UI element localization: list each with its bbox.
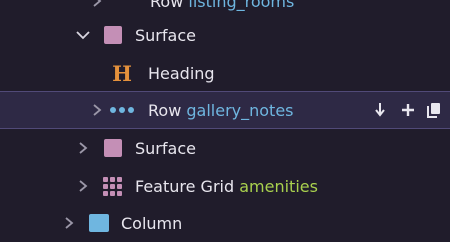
square-icon — [103, 25, 123, 45]
chevron-right-icon[interactable] — [76, 141, 90, 155]
tree-item-label: Column — [121, 213, 183, 233]
chevron-right-icon[interactable] — [90, 103, 104, 117]
tree-item-label: Heading — [148, 63, 215, 83]
tree-item-binding: amenities — [239, 176, 318, 196]
tree-item-label: Surface — [135, 138, 196, 158]
tree-item-heading[interactable]: H Heading — [0, 54, 450, 92]
chevron-right-icon[interactable] — [76, 179, 90, 193]
chevron-right-icon[interactable] — [62, 216, 76, 230]
component-tree: Row listing_rooms Surface H Heading Row … — [0, 0, 450, 233]
plus-icon[interactable] — [400, 102, 416, 118]
chevron-right-icon[interactable] — [90, 0, 104, 8]
tree-item-label: Surface — [135, 25, 196, 45]
tree-item-binding: listing_rooms — [188, 0, 295, 11]
tree-item-label: Feature Grid amenities — [135, 176, 318, 196]
tree-item-row-gallery-notes[interactable]: Row gallery_notes — [0, 91, 450, 129]
tree-item-label: Row gallery_notes — [148, 100, 294, 120]
row-actions — [374, 102, 442, 118]
square-icon — [103, 138, 123, 158]
tree-item-surface[interactable]: Surface — [0, 16, 450, 54]
tree-item-column[interactable]: Column — [0, 204, 450, 242]
three-dots-icon — [110, 100, 134, 120]
tree-item-label: Row listing_rooms — [150, 0, 294, 11]
tree-item-surface[interactable]: Surface — [0, 129, 450, 167]
tree-item-binding: gallery_notes — [186, 100, 294, 120]
copy-icon[interactable] — [426, 102, 442, 118]
tree-item-feature-grid[interactable]: Feature Grid amenities — [0, 167, 450, 205]
h-letter-icon: H — [112, 60, 132, 86]
grid-icon — [102, 176, 122, 196]
chevron-down-icon[interactable] — [76, 28, 90, 42]
arrow-down-icon[interactable] — [374, 102, 390, 118]
column-icon — [89, 213, 109, 233]
